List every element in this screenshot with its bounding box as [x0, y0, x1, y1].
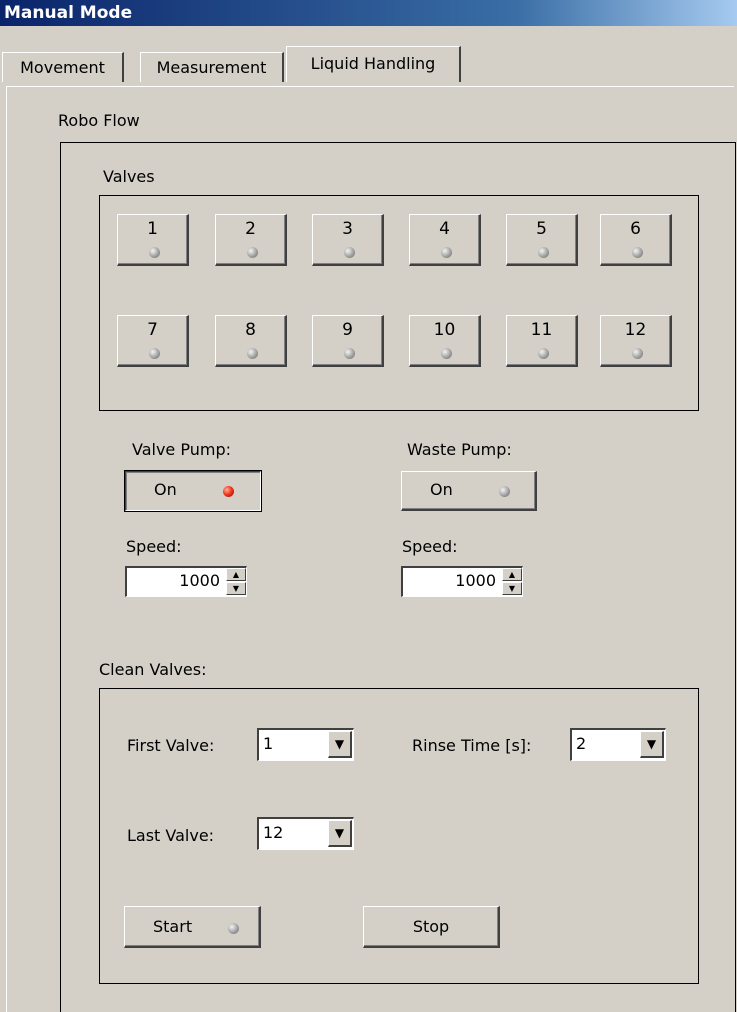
rinse-time-label: Rinse Time [s]: — [412, 736, 532, 755]
tab-liquid-handling-label: Liquid Handling — [310, 54, 436, 73]
stop-button[interactable]: Stop — [363, 906, 500, 948]
waste-pump-led-icon — [499, 486, 510, 497]
tab-movement[interactable]: Movement — [2, 52, 124, 82]
window-title: Manual Mode — [0, 0, 737, 26]
start-label: Start — [153, 917, 193, 936]
tab-movement-label: Movement — [20, 58, 105, 77]
first-valve-label: First Valve: — [127, 736, 215, 755]
valve-led-icon — [344, 247, 355, 258]
valve-button-8[interactable]: 8 — [215, 315, 287, 367]
clean-valves-title: Clean Valves: — [99, 660, 207, 679]
chevron-down-icon[interactable]: ▼ — [328, 820, 352, 847]
waste-pump-speed-label: Speed: — [402, 537, 458, 556]
valve-button-label: 2 — [245, 219, 256, 239]
valve-led-icon — [538, 247, 549, 258]
valve-pump-on-button[interactable]: On — [124, 470, 262, 512]
start-button[interactable]: Start — [124, 906, 261, 948]
valve-led-icon — [149, 348, 160, 359]
valve-button-label: 9 — [342, 320, 353, 340]
valve-button-9[interactable]: 9 — [312, 315, 384, 367]
spin-up-icon[interactable]: ▲ — [502, 568, 522, 581]
spin-down-icon[interactable]: ▼ — [226, 582, 246, 595]
stop-label: Stop — [412, 917, 450, 936]
waste-pump-on-label: On — [430, 480, 453, 499]
valve-button-label: 4 — [439, 219, 450, 239]
valve-pump-speed-spinner[interactable]: 1000 ▲ ▼ — [125, 566, 247, 597]
valve-pump-label: Valve Pump: — [132, 440, 231, 459]
valve-pump-on-label: On — [154, 480, 177, 499]
valve-button-12[interactable]: 12 — [600, 315, 672, 367]
valve-led-icon — [441, 348, 452, 359]
chevron-down-icon[interactable]: ▼ — [328, 731, 352, 758]
valve-button-label: 3 — [342, 219, 353, 239]
valve-button-4[interactable]: 4 — [409, 214, 481, 266]
valve-button-1[interactable]: 1 — [117, 214, 189, 266]
last-valve-select[interactable]: 12 ▼ — [257, 817, 354, 850]
valve-button-2[interactable]: 2 — [215, 214, 287, 266]
valve-led-icon — [441, 247, 452, 258]
chevron-down-icon[interactable]: ▼ — [640, 731, 664, 758]
valve-pump-speed-label: Speed: — [126, 537, 182, 556]
spin-up-icon[interactable]: ▲ — [226, 568, 246, 581]
last-valve-label: Last Valve: — [127, 826, 215, 845]
robo-flow-title: Robo Flow — [58, 111, 140, 130]
waste-pump-speed-spinner[interactable]: 1000 ▲ ▼ — [401, 566, 523, 597]
valve-led-icon — [632, 348, 643, 359]
valve-button-label: 8 — [245, 320, 256, 340]
waste-pump-on-button[interactable]: On — [401, 471, 537, 511]
valve-led-icon — [632, 247, 643, 258]
valve-button-7[interactable]: 7 — [117, 315, 189, 367]
last-valve-value: 12 — [263, 823, 284, 842]
waste-pump-label: Waste Pump: — [407, 440, 512, 459]
rinse-time-value: 2 — [576, 734, 587, 753]
valve-button-3[interactable]: 3 — [312, 214, 384, 266]
valve-led-icon — [538, 348, 549, 359]
valve-button-10[interactable]: 10 — [409, 315, 481, 367]
valve-button-6[interactable]: 6 — [600, 214, 672, 266]
valve-button-5[interactable]: 5 — [506, 214, 578, 266]
rinse-time-select[interactable]: 2 ▼ — [570, 728, 666, 761]
valves-title: Valves — [103, 167, 155, 186]
valve-led-icon — [247, 348, 258, 359]
valve-led-icon — [247, 247, 258, 258]
start-led-icon — [228, 923, 239, 934]
valve-button-label: 10 — [433, 320, 456, 340]
spin-down-icon[interactable]: ▼ — [502, 582, 522, 595]
valve-button-11[interactable]: 11 — [506, 315, 578, 367]
valve-led-icon — [149, 247, 160, 258]
valve-button-label: 12 — [624, 320, 647, 340]
tab-liquid-handling[interactable]: Liquid Handling — [286, 46, 461, 82]
valve-button-label: 6 — [630, 219, 641, 239]
waste-pump-speed-value: 1000 — [455, 571, 496, 590]
tab-measurement-label: Measurement — [156, 58, 267, 77]
first-valve-value: 1 — [263, 734, 274, 753]
valve-button-label: 11 — [530, 320, 553, 340]
valve-button-label: 7 — [147, 320, 158, 340]
valve-led-icon — [344, 348, 355, 359]
valve-button-label: 5 — [536, 219, 547, 239]
valve-button-label: 1 — [147, 219, 158, 239]
valve-pump-speed-value: 1000 — [179, 571, 220, 590]
first-valve-select[interactable]: 1 ▼ — [257, 728, 354, 761]
tab-measurement[interactable]: Measurement — [140, 52, 284, 82]
valve-pump-led-icon — [223, 486, 234, 497]
